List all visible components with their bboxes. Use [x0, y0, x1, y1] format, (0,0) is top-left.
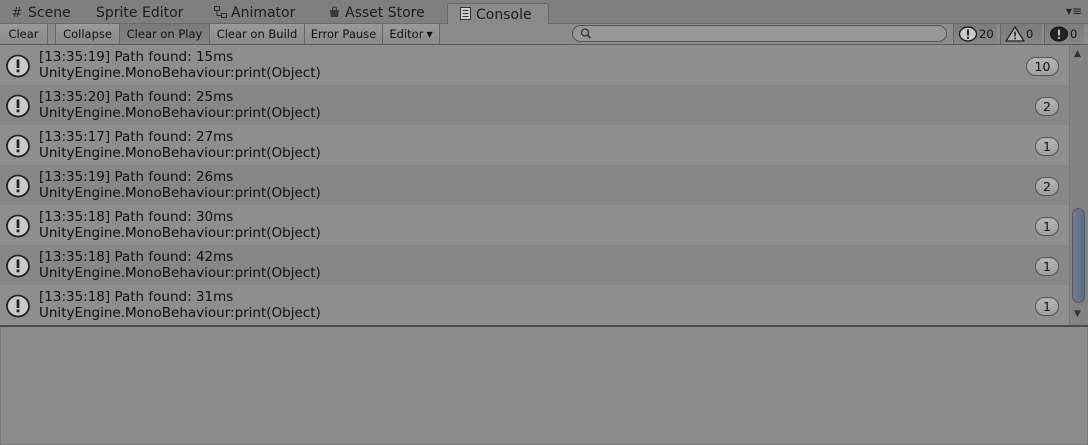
- collapse-button[interactable]: Collapse: [55, 24, 120, 44]
- tab-console[interactable]: Console: [447, 3, 549, 25]
- warning-icon: [1005, 26, 1025, 42]
- info-icon: [6, 174, 30, 198]
- log-list: [13:35:19] Path found: 15ms UnityEngine.…: [0, 45, 1088, 325]
- collapse-count-badge: 1: [1035, 257, 1059, 276]
- info-icon: [6, 214, 30, 238]
- log-stacktrace: UnityEngine.MonoBehaviour:print(Object): [39, 145, 321, 161]
- editor-dropdown[interactable]: Editor ▼: [383, 24, 440, 44]
- search-icon: [580, 28, 592, 39]
- search-field[interactable]: [572, 25, 947, 42]
- animator-icon: [213, 3, 227, 25]
- log-stacktrace: UnityEngine.MonoBehaviour:print(Object): [39, 65, 321, 81]
- info-icon: [6, 54, 30, 78]
- log-scrollbar[interactable]: ▲ ▼: [1069, 45, 1088, 325]
- collapse-count-badge: 1: [1035, 137, 1059, 156]
- tab-label: Asset Store: [345, 5, 425, 21]
- log-stacktrace: UnityEngine.MonoBehaviour:print(Object): [39, 305, 321, 321]
- log-message: [13:35:20] Path found: 25ms: [39, 89, 234, 105]
- log-message: [13:35:18] Path found: 30ms: [39, 209, 234, 225]
- error-pause-toggle[interactable]: Error Pause: [305, 24, 383, 44]
- search-input[interactable]: [593, 26, 933, 41]
- collapse-count-badge: 10: [1026, 57, 1059, 76]
- info-icon: [6, 294, 30, 318]
- info-icon: [6, 254, 30, 278]
- tab-label: Console: [476, 7, 532, 23]
- info-icon: [6, 134, 30, 158]
- log-stacktrace: UnityEngine.MonoBehaviour:print(Object): [39, 225, 321, 241]
- clear-button[interactable]: Clear: [0, 24, 48, 44]
- info-filter-toggle[interactable]: 20: [953, 24, 997, 44]
- tab-label: Animator: [231, 5, 296, 21]
- console-toolbar: Clear Collapse Clear on Play Clear on Bu…: [0, 24, 1088, 45]
- log-entry[interactable]: [13:35:18] Path found: 42ms UnityEngine.…: [0, 245, 1069, 285]
- log-entry[interactable]: [13:35:18] Path found: 31ms UnityEngine.…: [0, 285, 1069, 325]
- log-details-panel: [0, 327, 1088, 445]
- collapse-count-badge: 1: [1035, 217, 1059, 236]
- window-menu-icon[interactable]: ▾≡: [1066, 4, 1082, 18]
- info-icon: [6, 94, 30, 118]
- clear-on-build-toggle[interactable]: Clear on Build: [210, 24, 305, 44]
- log-stacktrace: UnityEngine.MonoBehaviour:print(Object): [39, 105, 321, 121]
- log-message: [13:35:19] Path found: 15ms: [39, 49, 234, 65]
- tab-label: Scene: [28, 5, 71, 21]
- collapse-count-badge: 1: [1035, 297, 1059, 316]
- log-entry[interactable]: [13:35:17] Path found: 27ms UnityEngine.…: [0, 125, 1069, 165]
- collapse-count-badge: 2: [1035, 177, 1059, 196]
- store-icon: [327, 3, 341, 25]
- tab-label: Sprite Editor: [96, 5, 184, 21]
- tab-asset-store[interactable]: Asset Store: [327, 2, 425, 24]
- scroll-up-icon[interactable]: ▲: [1074, 49, 1081, 59]
- error-icon: [1050, 26, 1068, 42]
- scroll-thumb[interactable]: [1072, 208, 1085, 303]
- info-icon: [958, 26, 978, 42]
- tab-bar: # Scene Sprite Editor Animator Asset Stor…: [0, 0, 1088, 25]
- editor-dropdown-label: Editor: [389, 27, 424, 41]
- tab-sprite-editor[interactable]: Sprite Editor: [96, 2, 183, 24]
- error-filter-toggle[interactable]: 0: [1044, 24, 1084, 44]
- dropdown-arrow-icon: ▼: [426, 30, 433, 39]
- log-stacktrace: UnityEngine.MonoBehaviour:print(Object): [39, 185, 321, 201]
- collapse-count-badge: 2: [1035, 97, 1059, 116]
- log-message: [13:35:19] Path found: 26ms: [39, 169, 234, 185]
- clear-on-play-toggle[interactable]: Clear on Play: [120, 24, 210, 44]
- log-entry[interactable]: [13:35:20] Path found: 25ms UnityEngine.…: [0, 85, 1069, 125]
- scroll-down-icon[interactable]: ▼: [1074, 309, 1081, 319]
- log-entry[interactable]: [13:35:19] Path found: 15ms UnityEngine.…: [0, 45, 1069, 85]
- log-entry[interactable]: [13:35:18] Path found: 30ms UnityEngine.…: [0, 205, 1069, 245]
- grid-icon: #: [11, 6, 23, 21]
- warning-filter-toggle[interactable]: 0: [1000, 24, 1042, 44]
- tab-animator[interactable]: Animator: [213, 2, 295, 24]
- warning-count: 0: [1026, 27, 1034, 41]
- log-stacktrace: UnityEngine.MonoBehaviour:print(Object): [39, 265, 321, 281]
- error-count: 0: [1070, 27, 1078, 41]
- log-message: [13:35:18] Path found: 42ms: [39, 249, 234, 265]
- tab-scene[interactable]: # Scene: [10, 2, 71, 24]
- log-message: [13:35:17] Path found: 27ms: [39, 129, 234, 145]
- log-entry[interactable]: [13:35:19] Path found: 26ms UnityEngine.…: [0, 165, 1069, 205]
- info-count: 20: [979, 27, 994, 41]
- log-message: [13:35:18] Path found: 31ms: [39, 289, 234, 305]
